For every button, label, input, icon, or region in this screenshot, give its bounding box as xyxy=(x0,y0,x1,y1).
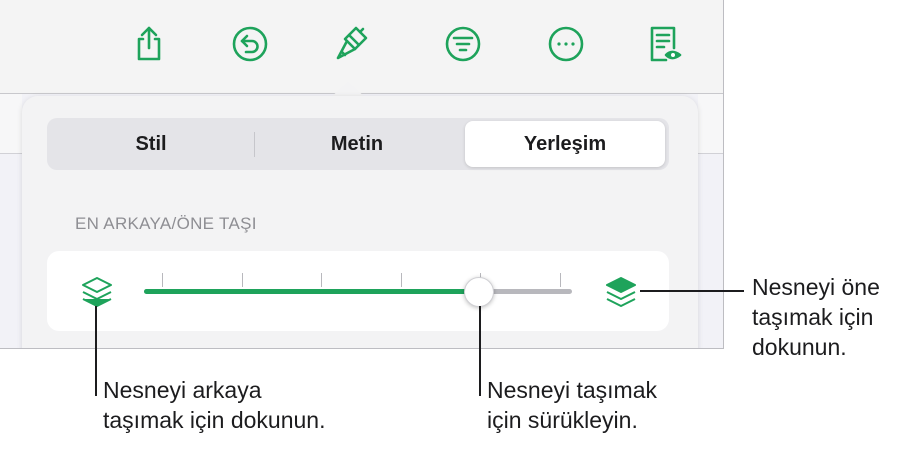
format-brush-icon xyxy=(336,26,368,60)
callout-drag: Nesneyi taşımak için sürükleyin. xyxy=(487,375,657,435)
slider-thumb[interactable] xyxy=(463,277,494,307)
more-button[interactable] xyxy=(544,22,588,66)
tab-separator xyxy=(254,132,255,157)
tab-arrange[interactable]: Yerleşim xyxy=(465,121,665,167)
tab-text[interactable]: Metin xyxy=(256,121,458,167)
toolbar xyxy=(0,0,723,93)
format-popover: Stil Metin Yerleşim EN ARKAYA/ÖNE TAŞI xyxy=(22,96,698,348)
slider-tick xyxy=(560,273,561,287)
background-cell xyxy=(0,94,22,154)
leader-line-front xyxy=(640,290,744,292)
undo-button[interactable] xyxy=(228,22,272,66)
bring-to-front-icon[interactable] xyxy=(603,274,639,310)
leader-line-back xyxy=(95,306,97,396)
callout-line: Nesneyi taşımak xyxy=(487,377,658,403)
slider-tick xyxy=(162,273,163,287)
slider-tick xyxy=(400,273,402,287)
tab-style[interactable]: Stil xyxy=(50,121,252,167)
undo-icon xyxy=(232,26,268,62)
share-button[interactable] xyxy=(127,22,171,66)
filter-button[interactable] xyxy=(441,22,485,66)
callout-line: taşımak için xyxy=(752,304,874,330)
format-button[interactable] xyxy=(330,22,374,66)
callout-line: Nesneyi öne xyxy=(752,274,880,300)
ipad-screen: Stil Metin Yerleşim EN ARKAYA/ÖNE TAŞI xyxy=(0,0,724,349)
callout-line: Nesneyi arkaya xyxy=(103,377,262,403)
filter-icon xyxy=(445,26,481,62)
popover-arrow xyxy=(331,82,365,97)
slider-tick xyxy=(241,273,243,287)
document-view-icon xyxy=(650,26,682,62)
background-cell xyxy=(698,94,723,154)
view-button[interactable] xyxy=(642,22,686,66)
share-icon xyxy=(137,26,161,61)
callout-line: dokunun. xyxy=(752,334,847,360)
slider-tick xyxy=(321,273,323,287)
segmented-control: Stil Metin Yerleşim xyxy=(47,118,669,170)
callout-back: Nesneyi arkaya taşımak için dokunun. xyxy=(103,375,325,435)
layer-slider-card xyxy=(47,251,669,331)
slider-track-fill xyxy=(144,289,478,294)
callout-line: taşımak için dokunun. xyxy=(103,407,326,433)
more-icon xyxy=(548,26,584,62)
section-title: EN ARKAYA/ÖNE TAŞI xyxy=(75,214,257,233)
callout-front: Nesneyi öne taşımak için dokunun. xyxy=(752,272,880,362)
callout-line: için sürükleyin. xyxy=(487,407,638,433)
send-to-back-icon[interactable] xyxy=(79,274,115,310)
leader-line-drag xyxy=(479,306,481,396)
